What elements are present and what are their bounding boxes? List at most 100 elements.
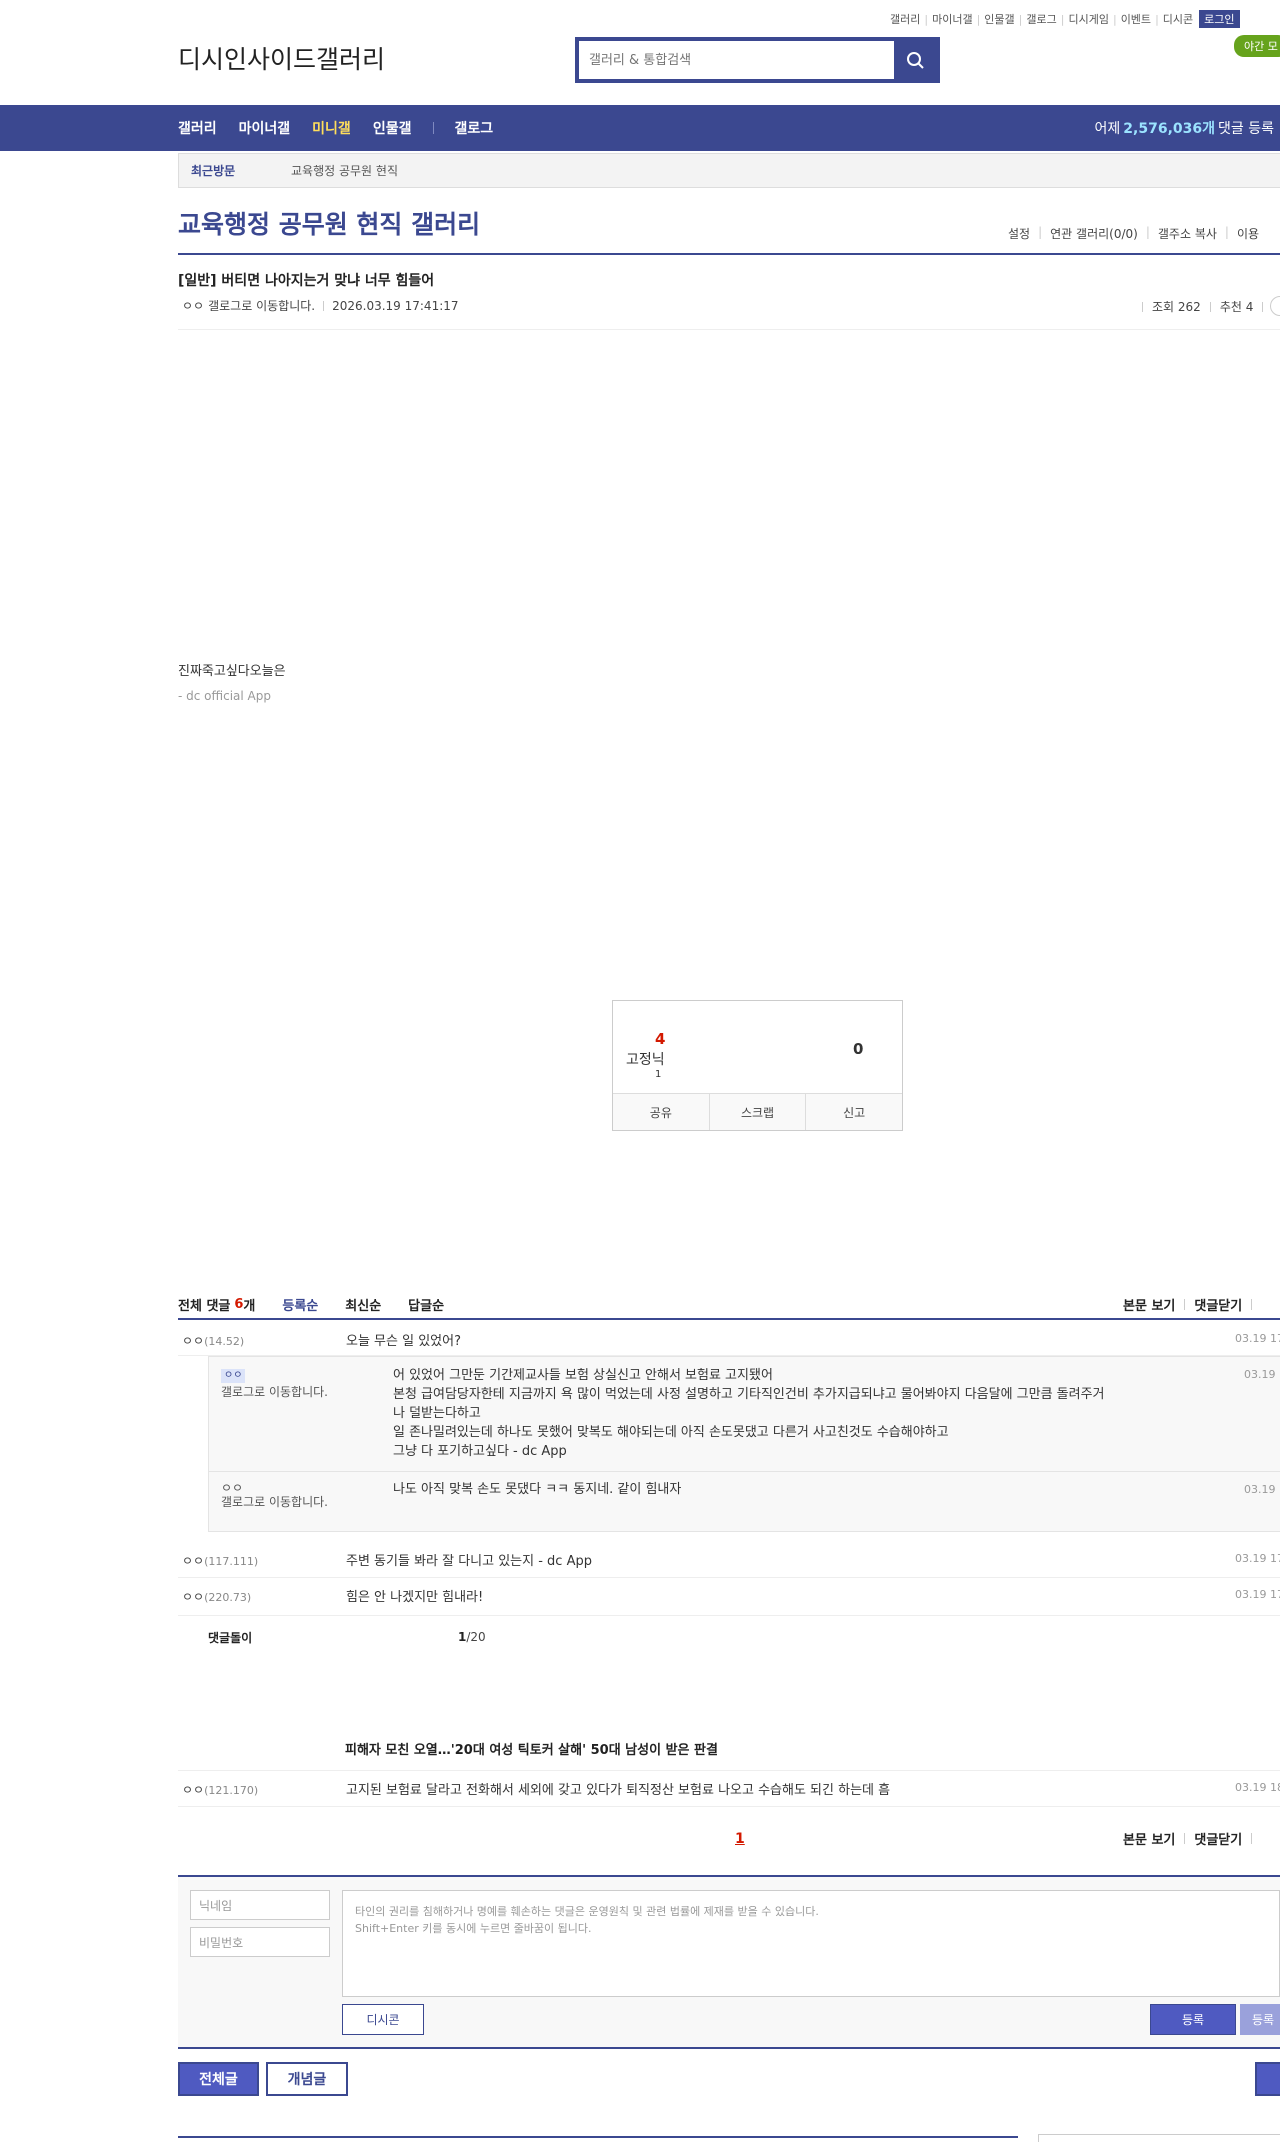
post-title: [일반] 버티면 나아지는거 맞냐 너무 힘들어 — [178, 273, 435, 289]
comment-bot-page: 1/20 — [458, 1630, 486, 1644]
comment-nick[interactable]: ㅇㅇ(121.170) — [182, 1781, 258, 1798]
post-body: 진짜죽고싶다오늘은 — [178, 664, 286, 679]
submit-button[interactable]: 등록 — [1150, 2004, 1236, 2035]
news-headline[interactable]: 피해자 모친 오열…'20대 여성 틱토커 살해' 50대 남성이 받은 판결 — [345, 1739, 718, 1758]
main-nav: 갤러리 마이너갤 미니갤 인물갤 갤로그 어제 2,576,036개 댓글 등록 — [0, 105, 1280, 151]
recent-gallery-link[interactable]: 교육행정 공무원 현직 — [291, 162, 398, 179]
util-minor[interactable]: 마이너갤 — [932, 11, 972, 27]
comment-date: 03.19 18 — [1235, 1781, 1280, 1794]
comment-notice-1: 타인의 권리를 침해하거나 명예를 훼손하는 댓글은 운영원칙 및 관련 법률에… — [355, 1905, 819, 1918]
post-app-signature: - dc official App — [178, 689, 271, 703]
gallery-title[interactable]: 교육행정 공무원 현직 갤러리 — [178, 205, 480, 241]
footer-divider — [178, 2136, 1018, 2138]
write-post-button[interactable] — [1255, 2062, 1280, 2096]
nav-gallog[interactable]: 갤로그 — [454, 118, 493, 138]
dccon-button[interactable]: 디시콘 — [342, 2004, 424, 2035]
sort-registered[interactable]: 등록순 — [282, 1295, 318, 1314]
sort-replies[interactable]: 답글순 — [408, 1295, 444, 1314]
report-button[interactable]: 신고 — [806, 1094, 902, 1130]
util-gallery[interactable]: 갤러리 — [890, 11, 920, 27]
nav-person[interactable]: 인물갤 — [373, 118, 412, 138]
post-info: ㅇㅇ 갤로그로 이동합니다. 2026.03.19 17:41:17 — [182, 297, 459, 314]
downvote-count[interactable]: 0 — [853, 1040, 863, 1058]
comment-footer-links: 본문 보기 댓글닫기 — [1123, 1829, 1261, 1848]
fixed-nick-count: 1 — [655, 1069, 662, 1080]
post-divider — [178, 329, 1280, 330]
comment-textarea[interactable]: 타인의 권리를 침해하거나 명예를 훼손하는 댓글은 운영원칙 및 관련 법률에… — [342, 1890, 1280, 1997]
footer-box — [1038, 2134, 1280, 2142]
gallog-icon[interactable]: 갤로그로 이동합니다. — [221, 1385, 328, 1399]
nav-divider — [433, 122, 435, 134]
comment-stat: 어제 2,576,036개 댓글 등록 — [1095, 105, 1274, 151]
comment-notice-2: Shift+Enter 키를 동시에 누르면 줄바꿈이 됩니다. — [355, 1922, 592, 1935]
comment-count: 6 — [234, 1296, 244, 1312]
nav-mini[interactable]: 미니갤 — [312, 118, 351, 138]
write-divider-bottom — [178, 2047, 1280, 2049]
view-post-link[interactable]: 본문 보기 — [1123, 1295, 1175, 1314]
gallery-settings[interactable]: 설정 — [1008, 225, 1030, 242]
comment-nick[interactable]: ㅇㅇ(220.73) — [182, 1588, 251, 1605]
util-gallog[interactable]: 갤로그 — [1026, 11, 1056, 27]
comment-row: ㅇㅇ(14.52) 오늘 무슨 일 있었어? 03.19 17 — [178, 1320, 1280, 1356]
close-comments-link[interactable]: 댓글닫기 — [1194, 1829, 1242, 1848]
login-button[interactable]: 로그인 — [1199, 10, 1240, 28]
copy-gallery-url[interactable]: 갤주소 복사 — [1158, 225, 1217, 242]
stat-prefix: 어제 — [1094, 121, 1121, 137]
nav-minor[interactable]: 마이너갤 — [239, 118, 291, 138]
scrap-button[interactable]: 스크랩 — [710, 1094, 807, 1130]
fixed-nick-label: 고정닉 — [626, 1052, 665, 1068]
search-button[interactable] — [894, 41, 936, 79]
comment-date: 03.19 17 — [1235, 1588, 1280, 1601]
comment-text: 힘은 안 나겠지만 힘내라! — [346, 1590, 484, 1605]
comment-row: ㅇㅇ(117.111) 주변 동기들 봐라 잘 다니고 있는지 - dc App… — [178, 1542, 1280, 1578]
view-post-link[interactable]: 본문 보기 — [1123, 1829, 1175, 1848]
post-author[interactable]: ㅇㅇ — [182, 297, 204, 314]
gallog-icon[interactable]: 갤로그로 이동합니다. — [221, 1495, 328, 1509]
night-mode-button[interactable]: 야간 모 — [1234, 35, 1280, 57]
nav-gallery[interactable]: 갤러리 — [178, 118, 217, 138]
concept-posts-button[interactable]: 개념글 — [266, 2062, 348, 2096]
comment-header-links: 본문 보기 댓글닫기 — [1123, 1290, 1261, 1318]
reply-badge: ㅇㅇ — [221, 1481, 244, 1495]
site-logo[interactable]: 디시인사이드갤러리 — [178, 40, 385, 76]
recent-visit-bar: 최근방문 교육행정 공무원 현직 — [178, 153, 1280, 188]
recommend-box: 4 고정닉 1 0 공유 스크랩 신고 — [612, 1000, 903, 1131]
gallery-divider — [178, 253, 1280, 255]
search-input[interactable] — [579, 41, 899, 79]
comment-text: 주변 동기들 봐라 잘 다니고 있는지 - dc App — [346, 1554, 592, 1569]
gallog-icon[interactable]: 갤로그로 이동합니다. — [208, 297, 315, 314]
util-person[interactable]: 인물갤 — [984, 11, 1014, 27]
stat-suffix: 댓글 등록 — [1218, 121, 1274, 137]
comment-page-1[interactable]: 1 — [735, 1831, 745, 1847]
sort-latest[interactable]: 최신순 — [345, 1295, 381, 1314]
reply-list: ㅇㅇ 갤로그로 이동합니다. 어 있었어 그만둔 기간제교사들 보험 상실신고 … — [208, 1356, 1280, 1532]
post-stats: 조회 262 추천 4 — [1133, 298, 1272, 315]
post-recommend: 추천 4 — [1219, 300, 1254, 314]
comment-nick[interactable]: ㅇㅇ(117.111) — [182, 1552, 258, 1569]
comment-text: 고지된 보험료 달라고 전화해서 세외에 갖고 있다가 퇴직정산 보험료 나오고… — [346, 1783, 891, 1798]
reply-badge: ㅇㅇ — [221, 1369, 246, 1383]
related-gallery[interactable]: 연관 갤러리(0/0) — [1050, 225, 1138, 242]
share-button[interactable]: 공유 — [613, 1094, 710, 1130]
reply-text: 나도 아직 맞복 손도 못댔다 ㅋㅋ 동지네. 같이 힘내자 — [393, 1482, 682, 1497]
gallery-menu: 설정 | 연관 갤러리(0/0) | 갤주소 복사 | 이용 — [1008, 225, 1260, 242]
submit-recommend-button[interactable]: 등록 — [1240, 2004, 1280, 2035]
gallery-usage[interactable]: 이용 — [1237, 225, 1259, 242]
comment-text: 오늘 무슨 일 있었어? — [346, 1334, 461, 1349]
util-game[interactable]: 디시게임 — [1068, 11, 1108, 27]
nickname-input[interactable]: 닉네임 — [190, 1890, 330, 1920]
all-posts-button[interactable]: 전체글 — [178, 2062, 259, 2096]
comment-nick[interactable]: ㅇㅇ(14.52) — [182, 1332, 244, 1349]
util-dccon[interactable]: 디시콘 — [1163, 11, 1193, 27]
upvote-count[interactable]: 4 — [655, 1030, 665, 1048]
util-event[interactable]: 이벤트 — [1121, 11, 1151, 27]
reply-nick[interactable]: ㅇㅇ 갤로그로 이동합니다. — [221, 1367, 346, 1399]
close-comments-link[interactable]: 댓글닫기 — [1194, 1295, 1242, 1314]
recent-label: 최근방문 — [191, 164, 236, 178]
search-icon — [907, 52, 924, 69]
comment-date: 03.19 17 — [1235, 1332, 1280, 1345]
comment-count-suffix: 개 — [243, 1298, 256, 1314]
reply-nick[interactable]: ㅇㅇ 갤로그로 이동합니다. — [221, 1481, 346, 1509]
password-input[interactable]: 비밀번호 — [190, 1927, 330, 1957]
comment-row: ㅇㅇ(220.73) 힘은 안 나겠지만 힘내라! 03.19 17 — [178, 1578, 1280, 1616]
